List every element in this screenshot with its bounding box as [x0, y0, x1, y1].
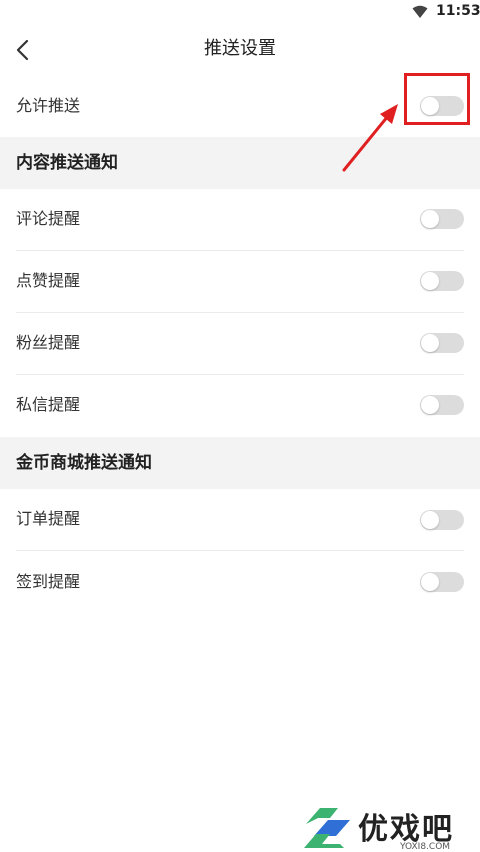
list-item-order[interactable]: 订单提醒: [0, 489, 480, 551]
item-label: 签到提醒: [16, 572, 81, 591]
page-title: 推送设置: [204, 38, 276, 59]
fans-reminder-toggle[interactable]: [420, 333, 464, 353]
content-section-header: 内容推送通知: [0, 137, 480, 189]
list-item-fans[interactable]: 粉丝提醒: [0, 313, 480, 375]
toggle-knob: [421, 272, 439, 290]
toggle-knob: [421, 396, 439, 414]
toggle-knob: [421, 210, 439, 228]
item-label: 私信提醒: [16, 395, 81, 414]
nav-bar: 推送设置: [0, 24, 480, 76]
list-item-comment[interactable]: 评论提醒: [0, 189, 480, 251]
allow-push-label: 允许推送: [16, 96, 81, 115]
brand-logo-icon: [304, 808, 350, 848]
toggle-knob: [421, 334, 439, 352]
section-title: 内容推送通知: [16, 153, 118, 173]
status-bar: 11:53: [0, 0, 480, 24]
like-reminder-toggle[interactable]: [420, 271, 464, 291]
order-reminder-toggle[interactable]: [420, 510, 464, 530]
comment-reminder-toggle[interactable]: [420, 209, 464, 229]
mall-section-header: 金币商城推送通知: [0, 437, 480, 489]
item-label: 粉丝提醒: [16, 333, 81, 352]
item-label: 评论提醒: [16, 209, 81, 228]
list-item-like[interactable]: 点赞提醒: [0, 251, 480, 313]
brand-site: YOXI8.COM: [400, 842, 451, 852]
section-title: 金币商城推送通知: [16, 453, 152, 473]
annotation-arrow-icon: [342, 104, 398, 172]
toggle-knob: [421, 511, 439, 529]
item-label: 订单提醒: [16, 509, 81, 528]
list-item-checkin[interactable]: 签到提醒: [0, 551, 480, 613]
wifi-icon: [412, 5, 428, 18]
annotation-highlight-box: [404, 73, 470, 125]
checkin-reminder-toggle[interactable]: [420, 572, 464, 592]
list-item-message[interactable]: 私信提醒: [0, 375, 480, 437]
status-time: 11:53: [436, 3, 480, 19]
watermark: 优戏吧 YOXI8.COM: [300, 804, 480, 852]
item-label: 点赞提醒: [16, 271, 81, 290]
message-reminder-toggle[interactable]: [420, 395, 464, 415]
toggle-knob: [421, 573, 439, 591]
